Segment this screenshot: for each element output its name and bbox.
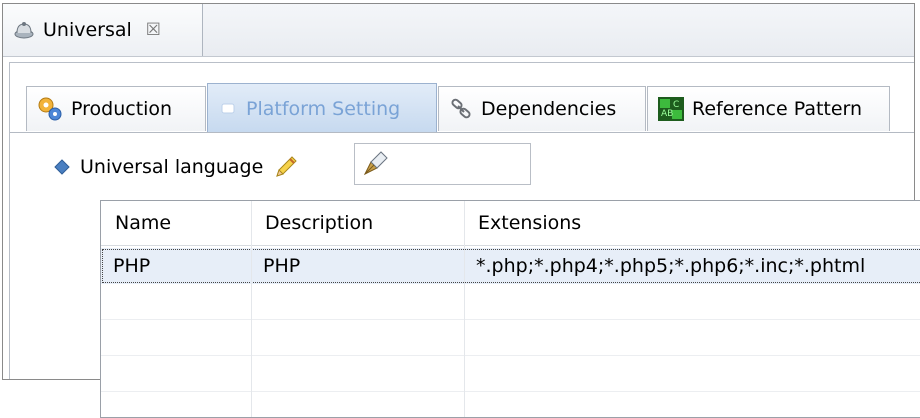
tab-reference-pattern-label: Reference Pattern	[692, 98, 863, 120]
universal-language-label: Universal language	[80, 156, 264, 178]
column-divider	[464, 201, 465, 417]
abc-pattern-icon: AB C	[658, 97, 684, 121]
column-header-name[interactable]: Name	[101, 201, 251, 245]
cell-description: PHP	[263, 255, 301, 277]
editor-tab-strip: Universal ☒	[3, 4, 914, 57]
fountain-pen-icon	[361, 150, 389, 178]
close-icon[interactable]: ☒	[146, 20, 161, 40]
tab-row-divider	[10, 132, 914, 133]
column-divider	[251, 201, 252, 417]
editor-tab-title: Universal	[43, 19, 132, 41]
tab-platform-setting[interactable]: Platform Setting	[207, 83, 437, 133]
empty-row	[101, 320, 920, 356]
universal-icon	[13, 20, 35, 40]
tab-dependencies-label: Dependencies	[481, 98, 617, 120]
cell-extensions: *.php;*.php4;*.php5;*.php6;*.inc;*.phtml	[476, 255, 866, 277]
platform-icon	[218, 99, 238, 119]
tab-production-label: Production	[71, 98, 173, 120]
svg-text:C: C	[673, 100, 679, 110]
chain-icon	[449, 97, 473, 121]
empty-row	[101, 284, 920, 320]
editor-content: Production Platform Setting Dependencies	[9, 62, 920, 418]
empty-row	[101, 356, 920, 392]
tab-platform-setting-label: Platform Setting	[246, 97, 401, 120]
tab-reference-pattern[interactable]: AB C Reference Pattern	[647, 86, 890, 131]
table-header: Name Description Extensions	[101, 201, 920, 246]
column-header-description[interactable]: Description	[251, 201, 464, 245]
pencil-icon[interactable]	[273, 154, 299, 180]
diamond-bullet-icon	[54, 159, 70, 175]
universal-editor-window: Universal ☒ Production Platform Setting …	[2, 3, 920, 418]
editor-tab-universal[interactable]: Universal ☒	[3, 4, 203, 56]
gears-icon	[37, 96, 63, 122]
extensions-table: Name Description Extensions PHP PHP *.ph…	[100, 200, 920, 418]
tab-production[interactable]: Production	[26, 86, 206, 131]
language-row: Universal language	[54, 149, 299, 185]
cell-name: PHP	[113, 255, 151, 277]
svg-text:AB: AB	[661, 109, 673, 119]
column-header-extensions[interactable]: Extensions	[464, 201, 920, 245]
universal-language-field[interactable]	[354, 143, 531, 185]
tab-dependencies[interactable]: Dependencies	[438, 86, 646, 131]
table-row[interactable]: PHP PHP *.php;*.php4;*.php5;*.php6;*.inc…	[101, 248, 920, 284]
